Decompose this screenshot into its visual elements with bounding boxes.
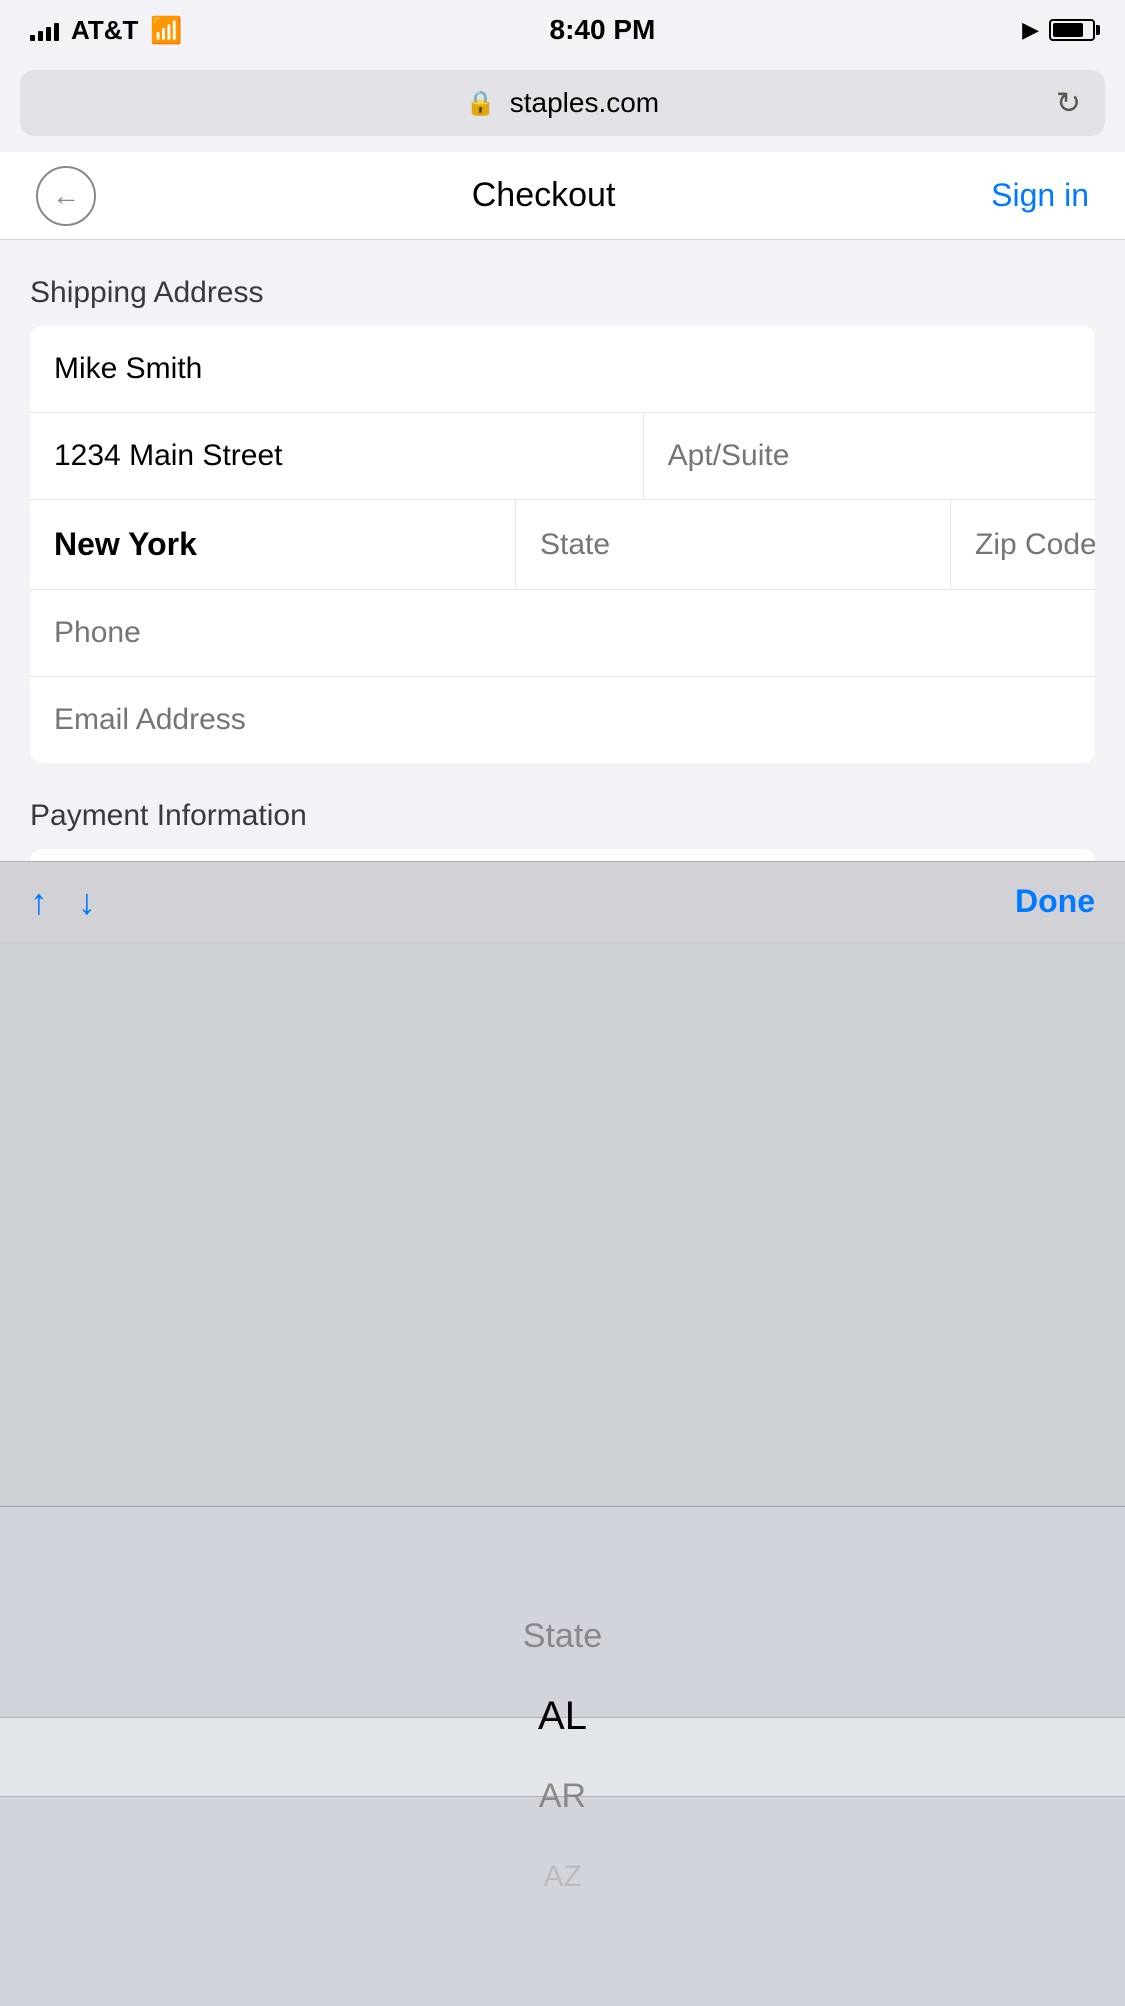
lock-icon: 🔒	[466, 89, 496, 118]
shipping-address-card	[30, 326, 1095, 763]
wifi-icon: 📶	[150, 15, 182, 46]
email-row	[30, 677, 1095, 763]
picker-inner: State AL AR AZ	[0, 1507, 1125, 2006]
status-bar: AT&T 📶 8:40 PM ▶	[0, 0, 1125, 60]
url-text: staples.com	[510, 87, 659, 119]
status-right: ▶	[1022, 17, 1095, 43]
toolbar-nav: ↑ ↓	[30, 881, 96, 923]
prev-field-button[interactable]: ↑	[30, 881, 48, 923]
status-time: 8:40 PM	[550, 14, 656, 46]
nav-bar: ← Checkout Sign in	[0, 152, 1125, 240]
street-apt-row	[30, 413, 1095, 500]
shipping-address-title: Shipping Address	[30, 276, 1095, 310]
full-name-input[interactable]	[30, 326, 1095, 412]
page-title: Checkout	[472, 176, 616, 215]
url-bar-inner[interactable]: 🔒 staples.com ↻	[20, 70, 1105, 136]
battery-icon	[1049, 19, 1095, 41]
apt-input[interactable]	[643, 413, 1095, 499]
reload-icon[interactable]: ↻	[1056, 86, 1081, 121]
next-field-button[interactable]: ↓	[78, 881, 96, 923]
street-input[interactable]	[30, 413, 643, 499]
back-button[interactable]: ←	[36, 166, 96, 226]
state-input[interactable]	[515, 500, 950, 589]
sign-in-button[interactable]: Sign in	[991, 177, 1089, 214]
done-button[interactable]: Done	[1015, 883, 1095, 920]
city-state-zip-row	[30, 500, 1095, 590]
signal-icon	[30, 19, 59, 41]
location-icon: ▶	[1022, 17, 1039, 43]
status-left: AT&T 📶	[30, 15, 183, 46]
phone-input[interactable]	[30, 590, 1095, 676]
email-input[interactable]	[30, 677, 1095, 763]
name-row	[30, 326, 1095, 413]
picker-item-ar[interactable]: AR	[0, 1757, 1125, 1837]
picker-item-al[interactable]: AL	[0, 1677, 1125, 1757]
keyboard-toolbar: ↑ ↓ Done	[0, 861, 1125, 941]
picker-item-az[interactable]: AZ	[0, 1837, 1125, 1917]
carrier-label: AT&T	[71, 15, 138, 46]
zip-input[interactable]	[950, 500, 1095, 589]
keyboard-background: State AL AR AZ	[0, 941, 1125, 2006]
city-input[interactable]	[30, 500, 515, 589]
back-arrow-icon: ←	[52, 180, 80, 212]
payment-info-title: Payment Information	[30, 799, 1095, 833]
picker-item-header: State	[0, 1597, 1125, 1677]
phone-row	[30, 590, 1095, 677]
state-picker[interactable]: State AL AR AZ	[0, 1506, 1125, 2006]
url-bar: 🔒 staples.com ↻	[0, 60, 1125, 152]
